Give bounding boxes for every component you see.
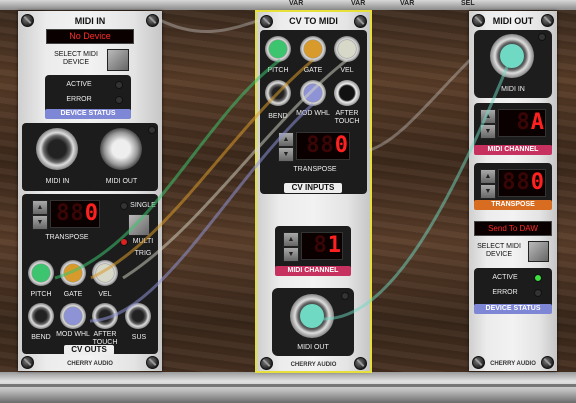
patch-cables [54,18,512,323]
white-cable[interactable] [159,18,261,33]
violet-cable[interactable] [89,102,315,323]
white-cable[interactable] [369,58,472,152]
white-cable[interactable] [122,58,348,280]
orange-cable[interactable] [90,58,314,280]
cyan-cable[interactable] [312,59,512,321]
